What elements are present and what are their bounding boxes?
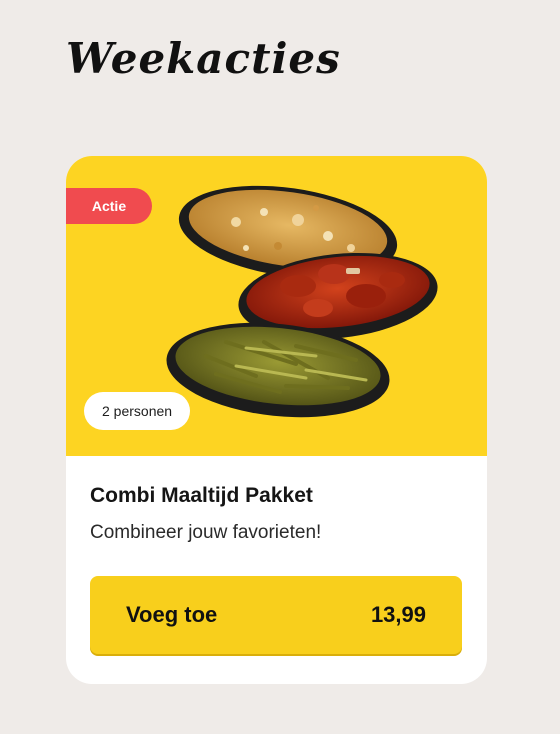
persons-badge: 2 personen	[84, 392, 191, 430]
promo-badge: Actie	[66, 188, 152, 224]
add-to-cart-button[interactable]: Voeg toe 13,99	[90, 576, 462, 654]
product-card[interactable]: Actie 2 personen Combi Maaltijd Pakket C…	[66, 156, 487, 684]
section-title: Weekacties	[66, 34, 341, 83]
product-description: Combineer jouw favorieten!	[90, 522, 322, 543]
product-name: Combi Maaltijd Pakket	[90, 484, 313, 507]
product-price: 13,99	[370, 602, 426, 627]
add-button-label: Voeg toe	[126, 602, 218, 627]
product-image-area[interactable]: Actie 2 personen	[66, 156, 487, 456]
